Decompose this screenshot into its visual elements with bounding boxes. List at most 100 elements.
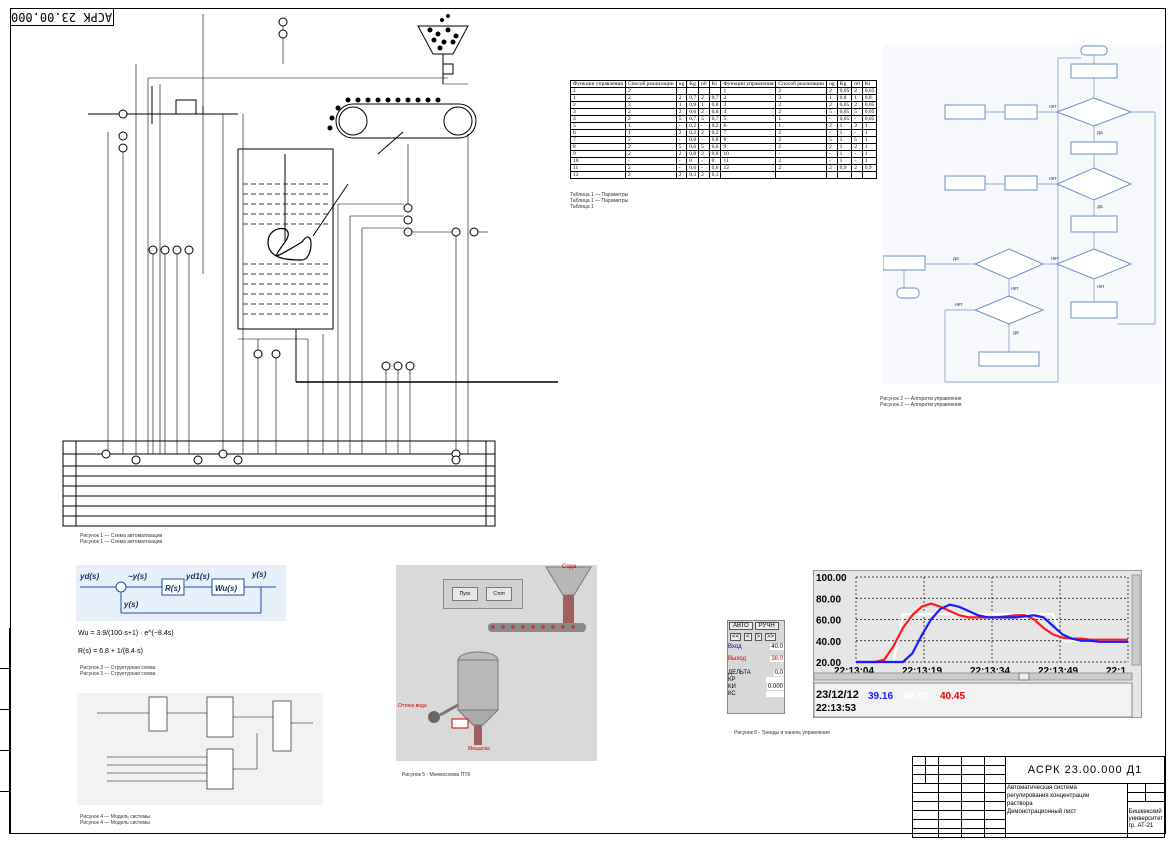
table-cell: -: [851, 115, 863, 123]
trend-date: 23/12/12: [816, 689, 859, 701]
arrow-button[interactable]: >: [754, 633, 763, 641]
table-cell: 2: [624, 136, 677, 144]
arrow-buttons: << < > >>: [729, 632, 783, 642]
y-tick-label: 60.00: [816, 616, 841, 627]
arrow-button[interactable]: <: [744, 633, 752, 641]
table-cell: 0,05: [836, 101, 853, 109]
bd-formula-w: Wu = 3.9/(100·s+1) · e^(−8.4s): [78, 630, 174, 637]
table-cell: 2: [775, 143, 828, 151]
flowchart-caption: Рисунок 2 — Алгоритм управления Рисунок 2…: [880, 396, 962, 408]
table-row: 9 2 2 0,8 2 0,8 10- -1-1: [570, 150, 878, 158]
simulation-model: [77, 693, 323, 805]
table-cell: -: [675, 136, 688, 144]
table-cell: -: [826, 115, 838, 123]
parameter-table: Функции управления Способ реализации ug Kg n…: [570, 80, 878, 179]
table-cell: 0,7: [686, 115, 700, 123]
param-kp-field[interactable]: [766, 677, 784, 683]
param-ki-field[interactable]: 0.000: [766, 684, 784, 690]
table-cell: 1: [861, 157, 878, 165]
table-cell: 0,7: [708, 115, 722, 123]
fc-no-1: нет: [1049, 104, 1057, 110]
table-cell: 12: [570, 171, 626, 179]
table-cell: 0,05: [861, 101, 878, 109]
table-cell: 2: [624, 108, 677, 116]
trend-window: 100.00 80.00 60.00 40.00 20.00 22:13:04 22:13…: [813, 570, 1142, 718]
table-cell: 0,8: [708, 101, 722, 109]
control-block-diagram: yd(s) ~y(s) R(s) yd1(s) Wu(s) y(s) y(s) …: [76, 565, 286, 655]
table-cell: -: [698, 164, 710, 172]
table-cell: 3: [775, 94, 828, 102]
table-row: 12 2 2 0,3 2 0,3: [570, 171, 878, 179]
table-cell: 2: [775, 157, 828, 165]
table-cell: 0,6: [708, 164, 722, 172]
table-cell: 0: [686, 157, 700, 165]
table-cell: 3: [570, 108, 626, 116]
table-cell: 5: [698, 115, 710, 123]
table-cell: 1: [775, 115, 828, 123]
table-cell: 1: [861, 136, 878, 144]
param-kp-label: КР: [728, 677, 736, 683]
table-cell: 2: [675, 108, 688, 116]
bd-plant: Wu(s): [215, 584, 237, 593]
arrow-button[interactable]: <<: [730, 633, 742, 641]
table-cell: 2: [624, 150, 677, 158]
table-cell: -: [675, 122, 688, 130]
table-cell: 0,8: [708, 150, 722, 158]
fc-no-4: нет: [1011, 286, 1019, 292]
table-cell: 2: [826, 101, 838, 109]
trend-chart: 100.0080.0060.0040.0020.00 22:13:04 22:13…: [813, 573, 1141, 718]
delta-label: ДЕЛЬТА: [728, 670, 751, 676]
table-cell: [708, 87, 722, 95]
table-cell: 2: [624, 87, 677, 95]
arrow-button[interactable]: >>: [765, 633, 777, 641]
table-cell: 1: [836, 157, 853, 165]
table-cell: 5: [698, 143, 710, 151]
table-cell: -: [698, 157, 710, 165]
table-row: 10- -0-0 11 2-1-1: [570, 157, 878, 165]
manual-mode-button[interactable]: РУЧН: [754, 622, 779, 630]
table-cell: 5: [675, 143, 688, 151]
table-cell: 2: [775, 108, 828, 116]
trend-time: 22:13:53: [816, 703, 857, 714]
table-cell: 0,8: [686, 136, 700, 144]
table-header: ug: [675, 80, 688, 88]
table-cell: 1: [861, 129, 878, 137]
param-kd-field[interactable]: [766, 691, 784, 697]
table-cell: 1: [836, 150, 853, 158]
table-cell: 5: [851, 108, 863, 116]
table-cell: 2: [624, 164, 677, 172]
auto-mode-button[interactable]: АВТО: [729, 622, 753, 630]
fc-no-2: нет: [1049, 176, 1057, 182]
fc-no-6: нет: [955, 302, 963, 308]
table-cell: 0: [708, 157, 722, 165]
table-cell: 0,05: [836, 115, 853, 123]
table-cell: -: [698, 136, 710, 144]
table-cell: 2: [851, 143, 863, 151]
table-cell: 0,3: [708, 171, 722, 179]
table-cell: 0,05: [836, 87, 853, 95]
table-cell: 0,9: [861, 164, 878, 172]
table-cell: -: [826, 129, 838, 137]
table-row: 5 1-0,2-0,2 6 1 2 1 2 1: [570, 122, 878, 130]
table-cell: 0,2: [708, 122, 722, 130]
table-cell: 2: [698, 150, 710, 158]
table-cell: 2: [675, 94, 688, 102]
table-cell: 1: [836, 143, 853, 151]
bd-output-label: y(s): [251, 570, 267, 579]
table-cell: -: [851, 150, 863, 158]
title-org-line-1: Бишкекский: [1128, 809, 1162, 815]
side-stamp: [0, 628, 10, 834]
table-header: Функции управления: [720, 80, 777, 88]
table-cell: 2: [851, 101, 863, 109]
trend-value-blue: 39.16: [868, 691, 894, 702]
table-cell: 1: [675, 101, 688, 109]
title-org-line-3: гр. АТ-21: [1128, 823, 1154, 829]
table-row: 1 2 1 2 2 0,05 2 0,05: [570, 87, 878, 95]
table-cell: -: [775, 150, 828, 158]
table-cell: 1: [851, 94, 863, 102]
table-cell: 0,8: [708, 136, 722, 144]
table-cell: 2: [775, 136, 828, 144]
table-cell: 0,05: [836, 108, 853, 116]
table-cell: 2: [826, 87, 838, 95]
table-row: 11 2-0,6-0,6 12 2 2 0,9 2 0,9: [570, 164, 878, 172]
